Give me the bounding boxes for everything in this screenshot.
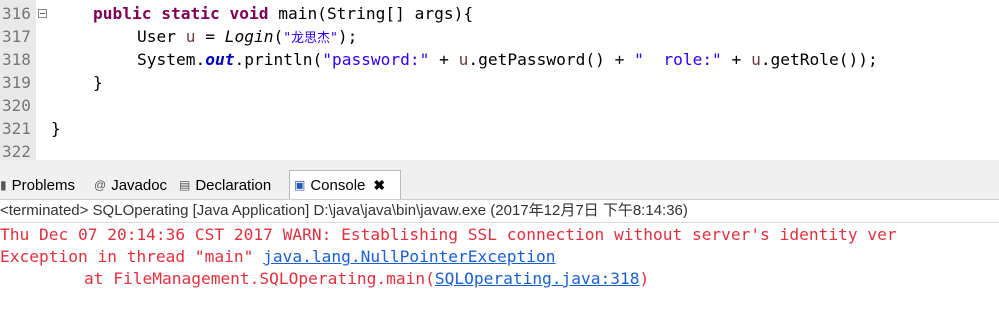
tab-javadoc[interactable]: @ Javadoc bbox=[94, 172, 174, 198]
code-line-316[interactable]: 316 public static void main(String[] arg… bbox=[0, 2, 999, 25]
params: [] args){ bbox=[385, 4, 474, 23]
field-out: out bbox=[205, 50, 235, 69]
code-line-317[interactable]: 317 User u = Login("龙思杰"); bbox=[0, 25, 999, 48]
line-number: 321 bbox=[2, 119, 31, 138]
var-u: u bbox=[751, 50, 761, 69]
op-plus: + bbox=[429, 50, 459, 69]
code-text: System.out.println("password:" + u.getPa… bbox=[51, 48, 878, 71]
keyword-public: public bbox=[93, 4, 152, 23]
tab-label: Problems bbox=[11, 176, 75, 194]
method-println: .println( bbox=[234, 50, 323, 69]
keyword-static: static bbox=[161, 4, 220, 23]
tab-console[interactable]: ▣ Console ✖ bbox=[289, 170, 401, 199]
console-line-exception: Exception in thread "main" java.lang.Nul… bbox=[0, 246, 556, 268]
line-number: 316 bbox=[2, 4, 31, 23]
exception-link[interactable]: java.lang.NullPointerException bbox=[263, 247, 555, 266]
exception-prefix: Exception in thread "main" bbox=[0, 247, 264, 266]
view-tab-bar: ▮ Problems @ Javadoc ▤ Declaration ▣ Con… bbox=[0, 170, 999, 200]
string-arg: "龙思杰" bbox=[283, 31, 338, 46]
line-number: 318 bbox=[2, 50, 31, 69]
method-getpassword: .getPassword() + bbox=[468, 50, 635, 69]
string-role: " role:" bbox=[634, 50, 722, 69]
console-header: <terminated> SQLOperating [Java Applicat… bbox=[0, 200, 999, 223]
keyword-void: void bbox=[229, 4, 269, 23]
line-number: 317 bbox=[2, 27, 31, 46]
tab-label: Javadoc bbox=[111, 176, 168, 194]
code-text: User u = Login("龙思杰"); bbox=[51, 25, 357, 50]
code-editor[interactable]: 316 public static void main(String[] arg… bbox=[0, 0, 999, 161]
close-paren: ); bbox=[337, 27, 358, 46]
method-login: Login bbox=[224, 27, 274, 46]
code-line-320[interactable]: 320 bbox=[0, 94, 999, 117]
class-system: System. bbox=[137, 50, 206, 69]
method-main: main( bbox=[278, 4, 327, 23]
tab-label: Declaration bbox=[195, 176, 272, 194]
close-icon[interactable]: ✖ bbox=[373, 177, 385, 194]
tab-problems[interactable]: ▮ Problems bbox=[0, 172, 88, 198]
code-line-318[interactable]: 318 System.out.println("password:" + u.g… bbox=[0, 48, 999, 71]
op-plus: + bbox=[721, 50, 752, 69]
tab-label: Console bbox=[310, 176, 366, 194]
code-text: } bbox=[51, 71, 103, 94]
close-brace: } bbox=[51, 119, 61, 138]
problems-icon: ▮ bbox=[0, 178, 7, 192]
paren: ( bbox=[273, 27, 284, 46]
method-getrole: .getRole()); bbox=[760, 50, 878, 69]
type-user: User bbox=[137, 27, 176, 46]
console-line-stack: at FileManagement.SQLOperating.main(SQLO… bbox=[0, 268, 649, 290]
stack-prefix: at FileManagement.SQLOperating.main( bbox=[84, 269, 435, 288]
tab-declaration[interactable]: ▤ Declaration bbox=[179, 172, 287, 198]
declaration-icon: ▤ bbox=[179, 178, 191, 192]
line-number: 319 bbox=[2, 73, 31, 92]
code-text: public static void main(String[] args){ bbox=[51, 2, 473, 25]
code-text: } bbox=[51, 117, 61, 140]
type-string: String bbox=[326, 4, 386, 23]
console-icon: ▣ bbox=[294, 178, 306, 192]
var-u: u bbox=[458, 50, 469, 69]
code-line-319[interactable]: 319 } bbox=[0, 71, 999, 94]
panel-separator[interactable] bbox=[0, 160, 999, 170]
source-link[interactable]: SQLOperating.java:318 bbox=[435, 269, 640, 288]
close-brace: } bbox=[93, 73, 103, 92]
code-line-321[interactable]: 321 } bbox=[0, 117, 999, 140]
assign: = bbox=[195, 27, 225, 46]
javadoc-icon: @ bbox=[94, 178, 107, 192]
string-password: "password:" bbox=[322, 50, 430, 69]
fold-toggle-icon[interactable] bbox=[38, 9, 47, 18]
stack-suffix: ) bbox=[639, 269, 650, 288]
line-number: 320 bbox=[2, 96, 31, 115]
console-line-warn: Thu Dec 07 20:14:36 CST 2017 WARN: Estab… bbox=[0, 225, 897, 244]
